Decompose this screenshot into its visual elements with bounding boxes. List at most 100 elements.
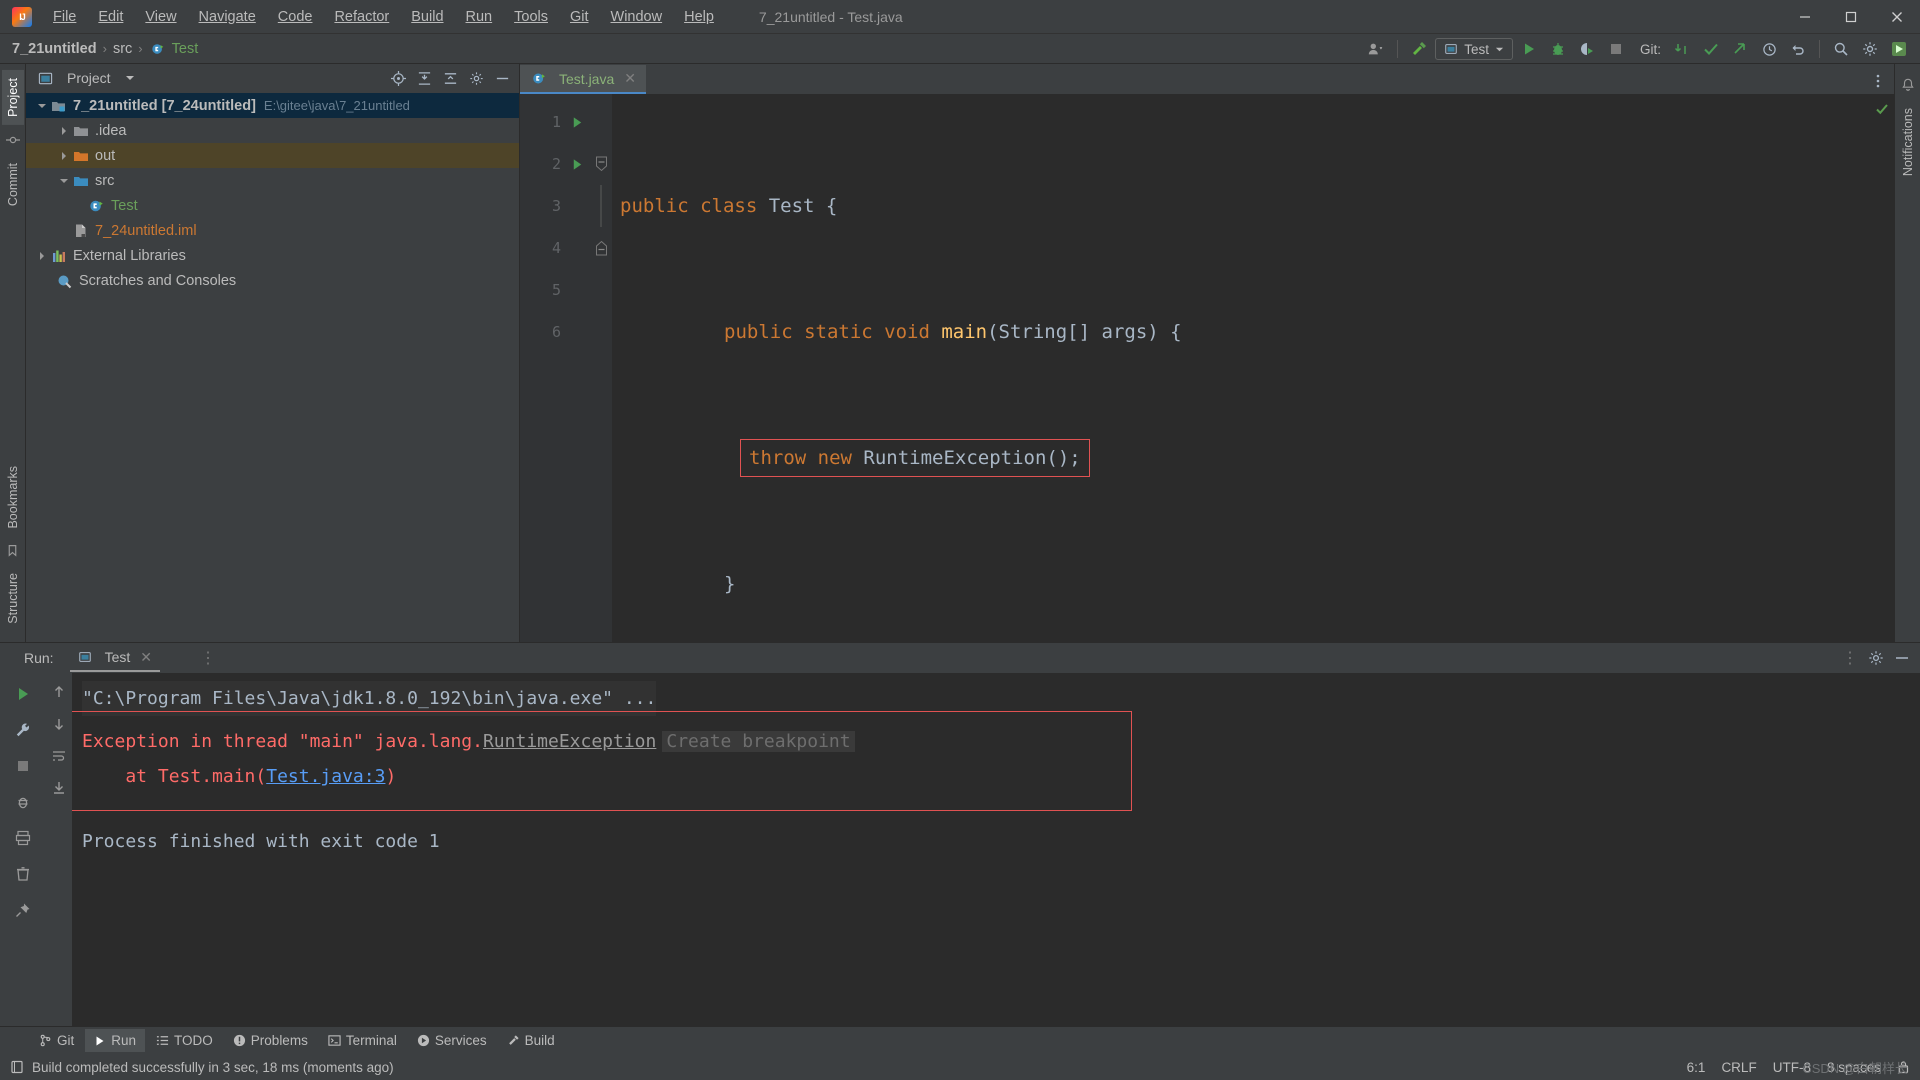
status-indent[interactable]: 8 spaces <box>1827 1060 1881 1075</box>
tree-item-test-class[interactable]: Test <box>26 193 519 218</box>
tree-item-src[interactable]: src <box>26 168 519 193</box>
close-icon[interactable]: ✕ <box>140 649 152 666</box>
pin-tab-icon[interactable] <box>11 899 35 921</box>
rerun-button[interactable] <box>11 683 35 705</box>
debug-button[interactable] <box>1545 37 1571 61</box>
menu-item-code[interactable]: Code <box>267 4 324 30</box>
status-event-log-icon[interactable] <box>10 1060 24 1074</box>
tool-window-git[interactable]: Git <box>30 1029 83 1052</box>
breadcrumb-class[interactable]: Test <box>172 41 199 57</box>
create-breakpoint-hint[interactable]: Create breakpoint <box>662 731 855 753</box>
menu-item-refactor[interactable]: Refactor <box>323 4 400 30</box>
project-settings-gear-icon[interactable] <box>465 67 487 89</box>
sidebar-item-bookmarks[interactable]: Bookmarks <box>2 458 24 537</box>
search-icon[interactable] <box>1828 37 1854 61</box>
tree-item-external-libraries[interactable]: External Libraries <box>26 243 519 268</box>
breadcrumb-src[interactable]: src <box>113 41 132 57</box>
console-stack-link[interactable]: Test.java:3 <box>266 766 385 787</box>
menu-item-git[interactable]: Git <box>559 4 600 30</box>
tool-window-terminal[interactable]: Terminal <box>319 1029 406 1052</box>
editor-gutter[interactable]: 1 2 3 4 5 6 <box>520 94 590 642</box>
gear-icon[interactable] <box>1857 37 1883 61</box>
sidebar-item-notifications[interactable]: Notifications <box>1897 100 1919 184</box>
clear-all-icon[interactable] <box>11 863 35 885</box>
collapse-all-icon[interactable] <box>439 67 461 89</box>
minimize-button[interactable] <box>1782 0 1828 34</box>
code-text-area[interactable]: public class Test { public static void m… <box>612 94 1872 642</box>
menu-item-help[interactable]: Help <box>673 4 725 30</box>
menu-item-navigate[interactable]: Navigate <box>188 4 267 30</box>
scroll-to-end-icon[interactable] <box>52 781 66 795</box>
git-push-icon[interactable] <box>1727 37 1753 61</box>
fold-collapse-icon[interactable] <box>590 143 612 185</box>
expand-all-icon[interactable] <box>413 67 435 89</box>
run-gutter-icon[interactable] <box>571 116 584 129</box>
menu-item-file[interactable]: File <box>42 4 87 30</box>
tree-item-scratches[interactable]: Scratches and Consoles <box>26 268 519 293</box>
menu-item-run[interactable]: Run <box>455 4 504 30</box>
sidebar-item-structure[interactable]: Structure <box>2 565 24 632</box>
run-settings-gear-icon[interactable] <box>1868 650 1884 666</box>
editor-fold-column[interactable] <box>590 94 612 642</box>
undo-icon[interactable] <box>1785 37 1811 61</box>
maximize-button[interactable] <box>1828 0 1874 34</box>
run-with-coverage-button[interactable] <box>1574 37 1600 61</box>
stop-button[interactable] <box>1603 37 1629 61</box>
stop-process-button[interactable] <box>11 755 35 777</box>
status-encoding[interactable]: UTF-8 <box>1773 1060 1811 1075</box>
menu-item-view[interactable]: View <box>134 4 187 30</box>
chevron-down-icon[interactable] <box>125 73 135 83</box>
menu-item-window[interactable]: Window <box>600 4 674 30</box>
breadcrumb-project[interactable]: 7_21untitled <box>12 41 97 57</box>
tool-window-run[interactable]: Run <box>85 1029 146 1052</box>
user-account-icon[interactable] <box>1363 37 1389 61</box>
build-hammer-icon[interactable] <box>1406 37 1432 61</box>
status-line-separator[interactable]: CRLF <box>1721 1060 1756 1075</box>
inspection-ok-icon[interactable] <box>1875 102 1889 116</box>
menu-item-edit[interactable]: Edit <box>87 4 134 30</box>
editor-tab-test-java[interactable]: Test.java ✕ <box>520 65 646 94</box>
sidebar-item-commit[interactable]: Commit <box>2 155 24 214</box>
drag-handle-icon[interactable]: ⋮ <box>200 648 216 668</box>
print-threads-icon[interactable] <box>11 791 35 813</box>
code-editor[interactable]: 1 2 3 4 5 6 public class Test {public s… <box>520 94 1894 642</box>
tree-item-out[interactable]: out <box>26 143 519 168</box>
status-caret-position[interactable]: 6:1 <box>1687 1060 1706 1075</box>
editor-options-icon[interactable] <box>1870 73 1886 89</box>
soft-wrap-icon[interactable] <box>52 749 66 763</box>
print-icon[interactable] <box>11 827 35 849</box>
run-button[interactable] <box>1516 37 1542 61</box>
chevron-right-icon[interactable] <box>34 251 50 261</box>
menu-item-tools[interactable]: Tools <box>503 4 559 30</box>
chevron-down-icon[interactable] <box>34 101 50 111</box>
run-configuration-selector[interactable]: Test <box>1435 38 1513 60</box>
git-commit-icon[interactable] <box>1698 37 1724 61</box>
tree-item-iml-file[interactable]: 7_24untitled.iml <box>26 218 519 243</box>
tree-item-idea[interactable]: .idea <box>26 118 519 143</box>
console-exception-link[interactable]: RuntimeException <box>483 731 656 752</box>
close-icon[interactable]: ✕ <box>624 70 636 87</box>
scroll-down-icon[interactable] <box>52 717 66 731</box>
run-settings-wrench-icon[interactable] <box>11 719 35 741</box>
tool-window-services[interactable]: Services <box>408 1029 496 1052</box>
fold-end-icon[interactable] <box>590 227 612 269</box>
select-opened-file-icon[interactable] <box>387 67 409 89</box>
bookmark-icon[interactable] <box>6 544 19 557</box>
commit-icon[interactable] <box>5 133 20 147</box>
menu-item-build[interactable]: Build <box>400 4 454 30</box>
hide-panel-icon[interactable] <box>491 67 513 89</box>
tool-window-problems[interactable]: Problems <box>224 1029 317 1052</box>
chevron-down-icon[interactable] <box>56 176 72 186</box>
editor-marker-bar[interactable] <box>1872 94 1894 642</box>
tree-item-project-root[interactable]: 7_21untitled [7_24untitled] E:\gitee\jav… <box>26 93 519 118</box>
sidebar-item-project[interactable]: Project <box>1 70 24 125</box>
close-button[interactable] <box>1874 0 1920 34</box>
tool-window-build[interactable]: Build <box>498 1029 564 1052</box>
notifications-bell-icon[interactable] <box>1901 78 1915 92</box>
console-output[interactable]: "C:\Program Files\Java\jdk1.8.0_192\bin\… <box>72 673 1920 1026</box>
drag-handle-icon[interactable]: ⋮ <box>1842 648 1858 668</box>
chevron-right-icon[interactable] <box>56 126 72 136</box>
lock-icon[interactable] <box>1897 1060 1910 1074</box>
scroll-up-icon[interactable] <box>52 685 66 699</box>
run-gutter-icon[interactable] <box>571 158 584 171</box>
